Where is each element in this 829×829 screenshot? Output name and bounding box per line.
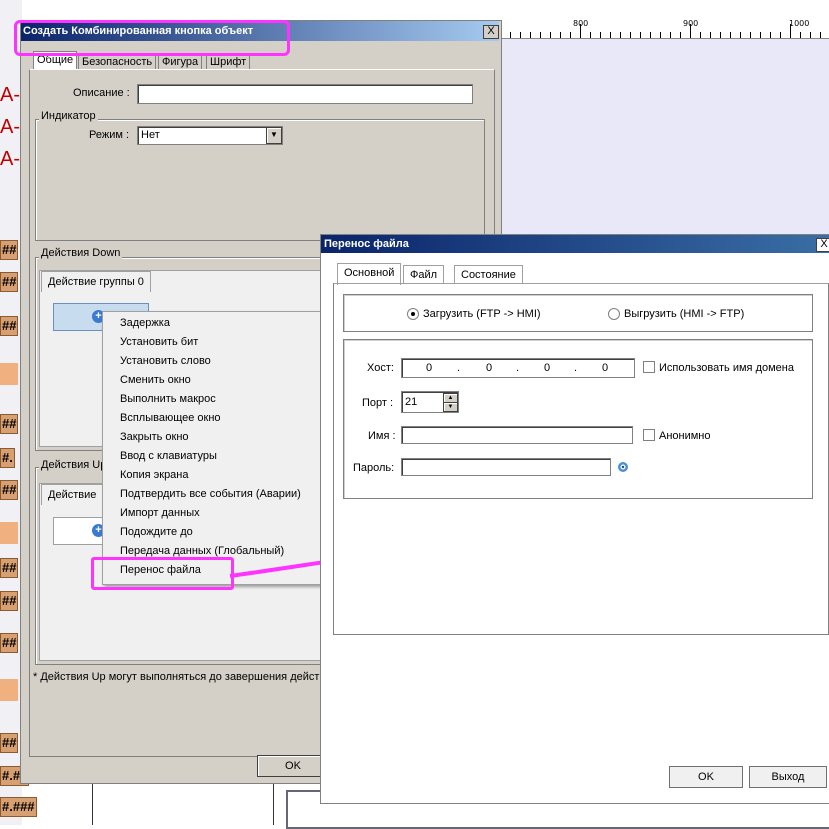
up-group-tab[interactable]: Действие: [41, 484, 104, 505]
close-icon[interactable]: X: [816, 238, 829, 252]
radio-upload[interactable]: [407, 308, 419, 320]
tab-basic[interactable]: Основной: [337, 263, 402, 285]
canvas-hash-label[interactable]: ##: [0, 414, 19, 434]
ip-octet: 0: [486, 362, 493, 374]
ruler-label: 1000: [789, 19, 810, 28]
anonymous-checkbox[interactable]: [643, 429, 655, 441]
canvas-hash-label[interactable]: ##: [0, 591, 19, 611]
dialog-titlebar: Перенос файла: [321, 235, 829, 253]
canvas-hash-label[interactable]: ##: [0, 316, 19, 336]
menu-item-close-window[interactable]: Закрыть окно: [120, 428, 189, 447]
menu-item-screenshot[interactable]: Копия экрана: [120, 466, 189, 485]
host-label: Хост:: [367, 362, 394, 374]
menu-item-set-bit[interactable]: Установить бит: [120, 333, 198, 352]
radio-download[interactable]: [608, 308, 620, 320]
canvas-hash-label[interactable]: #.###: [0, 797, 37, 817]
use-domain-checkbox[interactable]: [643, 361, 655, 373]
port-value: 21: [405, 396, 418, 408]
menu-item-wait-until[interactable]: Подождите до: [120, 523, 193, 542]
menu-item-popup-window[interactable]: Всплывающее окно: [120, 409, 221, 428]
menu-item-keyboard-input[interactable]: Ввод с клавиатуры: [120, 447, 217, 466]
canvas-hash-label[interactable]: ##: [0, 558, 19, 578]
radio-download-label: Выгрузить (HMI -> FTP): [624, 308, 745, 320]
host-ip-input[interactable]: 0 . 0 . 0 . 0: [401, 358, 635, 378]
port-spinner[interactable]: 21 ▲ ▼: [401, 391, 459, 413]
ok-button[interactable]: OK: [257, 755, 329, 777]
canvas-hash-label[interactable]: ##: [0, 240, 19, 260]
name-label: Имя :: [368, 430, 396, 442]
mode-select[interactable]: Нет ▼: [137, 126, 283, 145]
password-input[interactable]: [401, 458, 611, 476]
ip-octet: 0: [426, 362, 433, 374]
tab-status[interactable]: Состояние: [454, 265, 523, 284]
canvas-red-label: A-: [0, 116, 20, 138]
menu-item-delay[interactable]: Задержка: [120, 314, 170, 333]
close-icon[interactable]: X: [483, 25, 499, 39]
title-highlight: [14, 20, 290, 56]
use-domain-label: Использовать имя домена: [659, 362, 794, 374]
tab-file[interactable]: Файл: [403, 265, 445, 284]
radio-upload-label: Загрузить (FTP -> HMI): [423, 308, 541, 320]
canvas-tile[interactable]: [0, 679, 18, 701]
up-actions-note: * Действия Up могут выполняться до завер…: [33, 671, 320, 683]
spin-down-icon[interactable]: ▼: [443, 402, 458, 412]
menu-item-highlight: [91, 557, 234, 590]
menu-item-run-macro[interactable]: Выполнить макрос: [120, 390, 216, 409]
port-label: Порт :: [362, 397, 394, 409]
indicator-group-label: Индикатор: [39, 110, 98, 122]
menu-item-set-word[interactable]: Установить слово: [120, 352, 211, 371]
canvas-tile[interactable]: [0, 522, 18, 544]
canvas-shape: [92, 782, 274, 825]
description-label: Описание :: [73, 87, 130, 99]
canvas-hash-label[interactable]: ##: [0, 633, 19, 653]
dropdown-arrow-icon[interactable]: ▼: [266, 127, 282, 144]
name-input[interactable]: [401, 426, 633, 444]
ip-octet: 0: [602, 362, 609, 374]
ruler-label: 900: [683, 19, 699, 28]
canvas-hash-label[interactable]: ##: [0, 480, 19, 500]
description-input[interactable]: [137, 84, 473, 104]
down-group-tab[interactable]: Действие группы 0: [41, 271, 151, 292]
ruler: 800 900 1000: [500, 18, 829, 39]
canvas-hash-label[interactable]: ##: [0, 733, 19, 753]
menu-item-import-data[interactable]: Импорт данных: [120, 504, 200, 523]
mode-select-value: Нет: [141, 129, 160, 141]
ruler-label: 800: [573, 19, 589, 28]
eye-icon[interactable]: [617, 461, 629, 473]
password-label: Пароль:: [353, 462, 395, 474]
up-actions-label: Действия Up: [39, 459, 109, 471]
exit-button[interactable]: Выход: [749, 766, 827, 788]
menu-item-ack-alarms[interactable]: Подтвердить все события (Аварии): [120, 485, 301, 504]
anonymous-label: Анонимно: [659, 430, 711, 442]
canvas-hash-label[interactable]: #.: [0, 448, 15, 468]
canvas-hash-label[interactable]: ##: [0, 272, 19, 292]
menu-item-change-window[interactable]: Сменить окно: [120, 371, 191, 390]
mode-label: Режим :: [89, 129, 130, 141]
ok-button[interactable]: OK: [669, 766, 743, 788]
ip-octet: 0: [544, 362, 551, 374]
down-actions-label: Действия Down: [39, 247, 123, 259]
canvas-tile[interactable]: [0, 363, 18, 385]
file-transfer-dialog: Перенос файла X Основной Файл Состояние …: [320, 234, 829, 804]
dialog-title: Перенос файла: [324, 238, 409, 250]
